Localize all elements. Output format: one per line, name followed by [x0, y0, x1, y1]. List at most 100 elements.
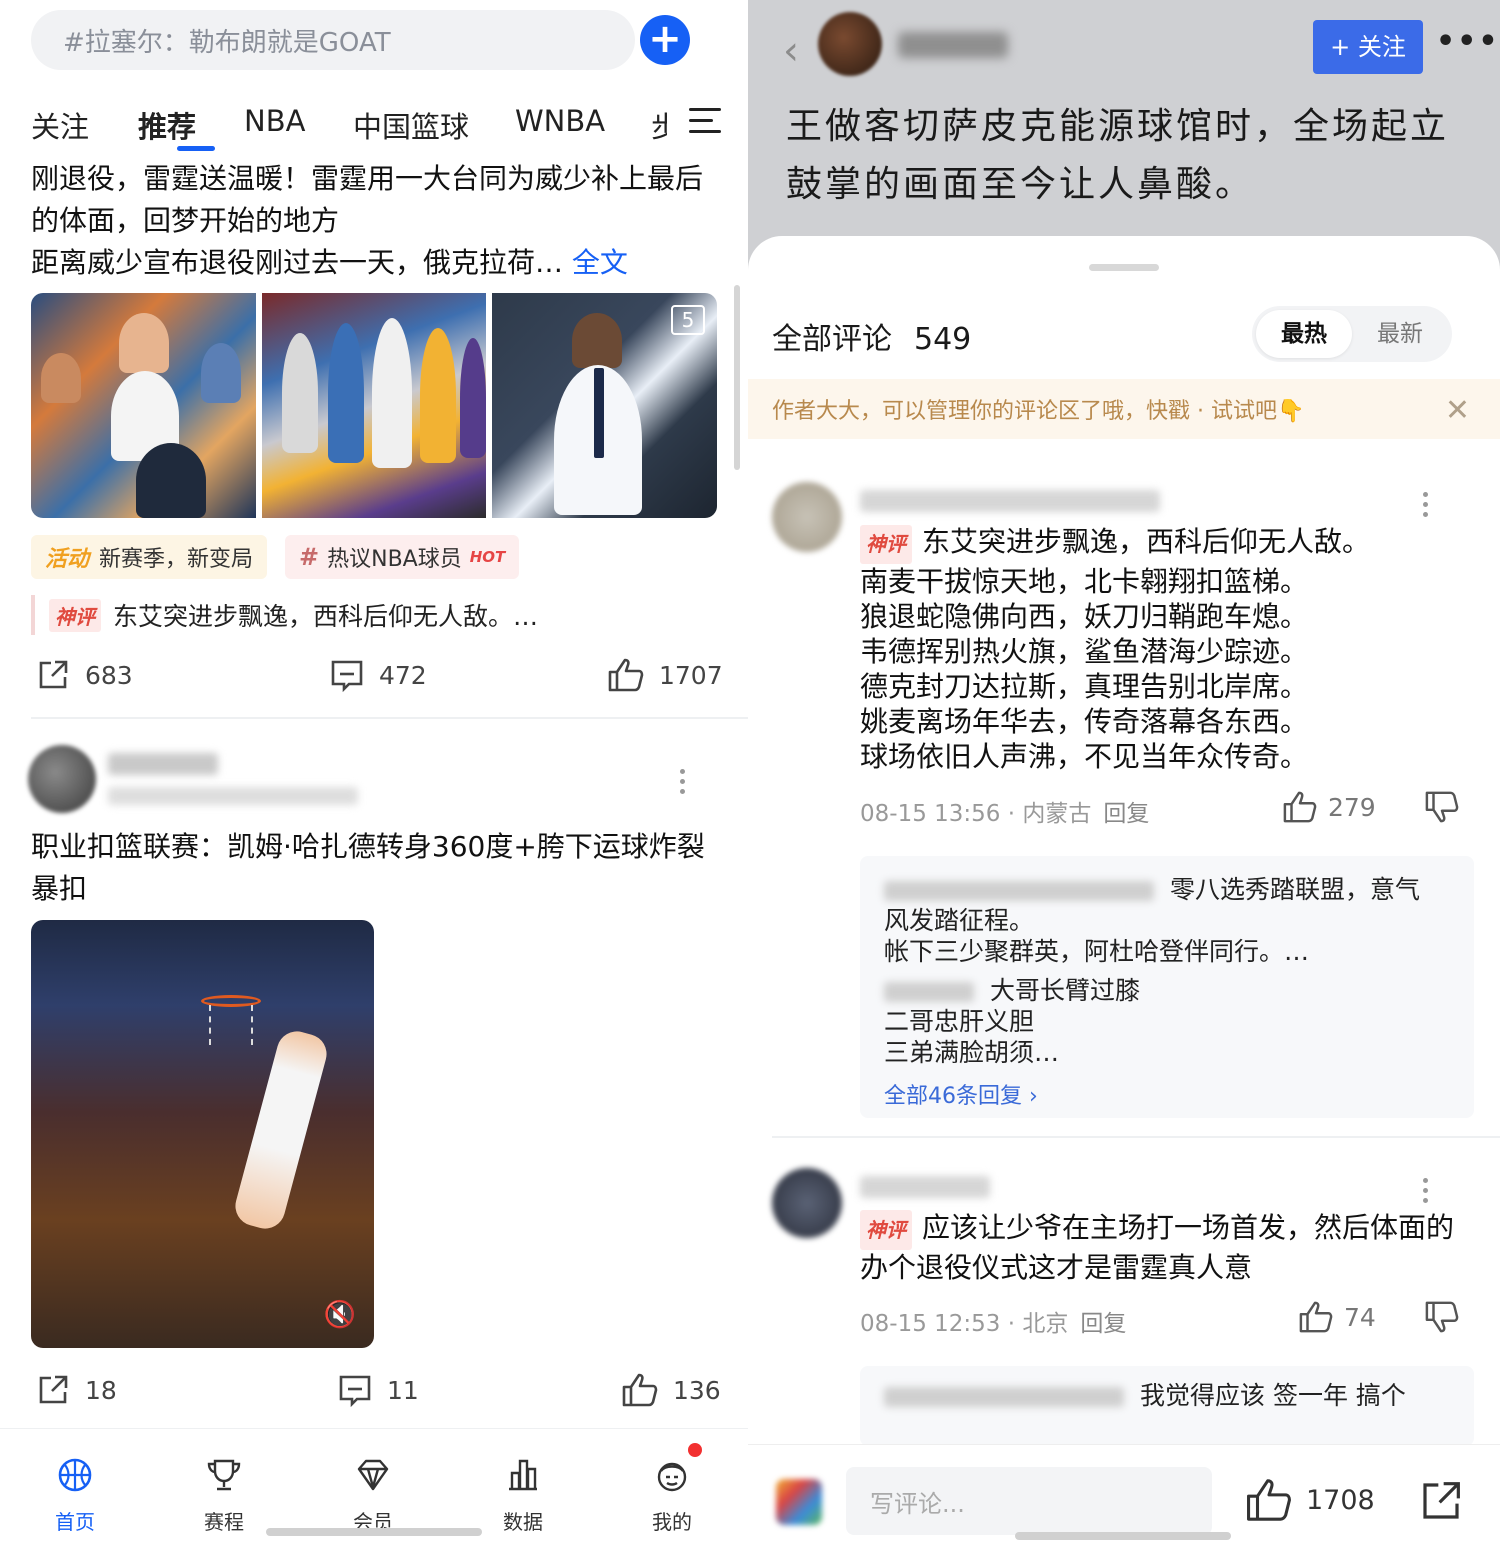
share-icon — [1423, 1482, 1460, 1519]
comment-body[interactable]: 神评 东艾突进步飘逸，西科后仰无人敌。 南麦干拔惊天地，北卡翱翔扣篮梯。 狼退蛇隐… — [860, 524, 1480, 774]
gallery-image[interactable] — [261, 293, 487, 518]
author-subtitle-blurred — [108, 787, 358, 805]
post-summary[interactable]: 距离威少宣布退役刚过去一天，俄克拉荷… 全文 — [31, 242, 731, 284]
reply-line: 三弟满脸胡须… — [884, 1038, 1060, 1067]
sheet-handle[interactable] — [1089, 264, 1159, 271]
share-count: 18 — [85, 1375, 117, 1405]
comments-header-label: 全部评论 — [772, 322, 892, 357]
commenter-name-blurred — [860, 490, 1160, 512]
scrollbar[interactable] — [734, 285, 740, 470]
sort-new-button[interactable]: 最新 — [1352, 310, 1448, 358]
shenping-badge: 神评 — [860, 1210, 912, 1250]
avatar[interactable] — [772, 482, 842, 552]
comment-dislike-button[interactable] — [1424, 790, 1470, 824]
reply-button[interactable]: 回复 — [1103, 801, 1149, 827]
nav-home[interactable]: 首页 — [25, 1455, 125, 1535]
video-frame-net — [209, 1005, 253, 1045]
comment-button[interactable]: 472 — [329, 657, 427, 693]
nav-stats[interactable]: 数据 — [473, 1455, 573, 1535]
replier-name-blurred — [884, 881, 1154, 901]
tab-overflow[interactable]: 步 — [651, 104, 667, 146]
nav-schedule[interactable]: 赛程 — [174, 1455, 274, 1535]
top-comment-preview[interactable]: 神评 东艾突进步飘逸，西科后仰无人敌。… — [31, 595, 538, 635]
trophy-icon — [207, 1459, 241, 1491]
comments-sheet: 全部评论 549 最热 最新 作者大大，可以管理你的评论区了哦，快戳 · 试试吧👇… — [748, 236, 1500, 1554]
avatar[interactable] — [818, 12, 882, 76]
post-like-button[interactable]: 1708 — [1244, 1477, 1375, 1523]
gallery-image[interactable] — [31, 293, 256, 518]
thumbs-up-icon — [622, 1373, 658, 1407]
comment-icon — [331, 660, 363, 693]
post-title[interactable]: 刚退役，雷霆送温暖！雷霆用一大台同为威少补上最后的体面，回梦开始的地方 — [31, 158, 721, 242]
all-replies-link[interactable]: 全部46条回复 › — [884, 1078, 1038, 1110]
more-options-icon[interactable]: ••• — [1436, 24, 1500, 59]
post-divider — [31, 717, 748, 719]
nav-label: 首页 — [55, 1510, 95, 1534]
post-author[interactable] — [28, 745, 718, 815]
tab-recommended[interactable]: 推荐 — [138, 104, 196, 146]
comment-like-button[interactable]: 74 — [1298, 1300, 1376, 1334]
notice-text: 作者大大，可以管理你的评论区了哦，快戳 · 试试吧👇 — [772, 399, 1305, 424]
diamond-icon — [357, 1459, 389, 1491]
search-input[interactable]: #拉塞尔：勒布朗就是GOAT — [31, 10, 635, 70]
comment-like-button[interactable]: 279 — [1282, 790, 1376, 824]
post-image-gallery[interactable]: 5 — [31, 293, 717, 518]
reply-text: 零八选秀踏联盟，意气 — [1170, 875, 1421, 904]
tab-chinese-basketball[interactable]: 中国篮球 — [353, 104, 469, 146]
follow-button[interactable]: + 关注 — [1313, 20, 1423, 74]
hashtag-icon: # — [299, 543, 320, 571]
comment-line: 南麦干拔惊天地，北卡翱翔扣篮梯。 — [860, 565, 1309, 598]
comment-input[interactable]: 写评论... — [846, 1467, 1212, 1535]
comment-body[interactable]: 神评 应该让少爷在主场打一场首发，然后体面的办个退役仪式这才是雷霆真人意 — [860, 1210, 1480, 1286]
like-button[interactable]: 1707 — [607, 657, 723, 693]
active-tab-indicator — [177, 146, 215, 151]
reply-line: 风发踏征程。 — [884, 906, 1035, 935]
tab-nba[interactable]: NBA — [244, 104, 305, 138]
nav-profile[interactable]: 我的 — [622, 1455, 722, 1535]
nav-membership[interactable]: 会员 — [323, 1455, 423, 1535]
menu-icon[interactable] — [689, 108, 721, 134]
topic-chip[interactable]: # 热议NBA球员 HOT — [285, 535, 520, 579]
more-options-icon[interactable] — [1423, 492, 1429, 522]
shenping-badge: 神评 — [49, 598, 101, 632]
nav-label: 赛程 — [204, 1510, 244, 1534]
reply-thread[interactable]: 我觉得应该 签一年 搞个 — [860, 1366, 1474, 1446]
share-button[interactable] — [1416, 1477, 1466, 1529]
like-button[interactable]: 136 — [621, 1372, 721, 1408]
full-text-link[interactable]: 全文 — [572, 246, 628, 279]
author-notice-banner[interactable]: 作者大大，可以管理你的评论区了哦，快戳 · 试试吧👇 ✕ — [748, 379, 1500, 439]
comment-button[interactable]: 11 — [337, 1372, 419, 1408]
like-count: 279 — [1328, 792, 1376, 822]
tab-following[interactable]: 关注 — [31, 104, 89, 146]
more-options-icon[interactable] — [680, 769, 686, 799]
topic-text: 热议NBA球员 — [327, 547, 462, 572]
like-count: 74 — [1344, 1302, 1376, 1332]
gallery-image[interactable]: 5 — [492, 293, 717, 518]
post-title[interactable]: 职业扣篮联赛：凯姆·哈扎德转身360度+胯下运球炸裂暴扣 — [31, 826, 721, 910]
reply-button[interactable]: 回复 — [1080, 1311, 1126, 1337]
avatar[interactable] — [776, 1479, 822, 1525]
avatar[interactable] — [772, 1168, 842, 1238]
more-options-icon[interactable] — [1423, 1178, 1429, 1208]
video-player[interactable]: 🔇 — [31, 920, 374, 1348]
reply-line: 帐下三少聚群英，阿杜哈登伴同行。… — [884, 937, 1310, 966]
thumbs-up-icon — [608, 658, 644, 692]
activity-chip[interactable]: 活动 新赛季，新变局 — [31, 535, 268, 579]
reply-thread[interactable]: 零八选秀踏联盟，意气 风发踏征程。 帐下三少聚群英，阿杜哈登伴同行。… 大哥长臂… — [860, 856, 1474, 1118]
like-count: 1708 — [1306, 1484, 1375, 1516]
comment-text: 应该让少爷在主场打一场首发，然后体面的办个退役仪式这才是雷霆真人意 — [860, 1211, 1455, 1284]
comment-dislike-button[interactable] — [1424, 1300, 1470, 1334]
back-arrow-icon[interactable]: ‹ — [783, 28, 799, 74]
tab-wnba[interactable]: WNBA — [515, 104, 605, 138]
thumbs-down-icon — [1425, 791, 1459, 823]
mute-icon[interactable]: 🔇 — [324, 1300, 356, 1330]
share-button[interactable]: 683 — [35, 657, 133, 693]
comment-meta: 08-15 12:53 · 北京 回复 — [860, 1304, 1126, 1338]
share-button[interactable]: 18 — [35, 1372, 117, 1408]
avatar[interactable] — [28, 745, 96, 813]
sort-hot-button[interactable]: 最热 — [1256, 310, 1352, 358]
comments-header: 全部评论 549 — [772, 314, 971, 358]
close-icon[interactable]: ✕ — [1445, 393, 1470, 428]
notification-dot — [688, 1443, 702, 1457]
add-post-button[interactable]: + — [640, 15, 690, 65]
